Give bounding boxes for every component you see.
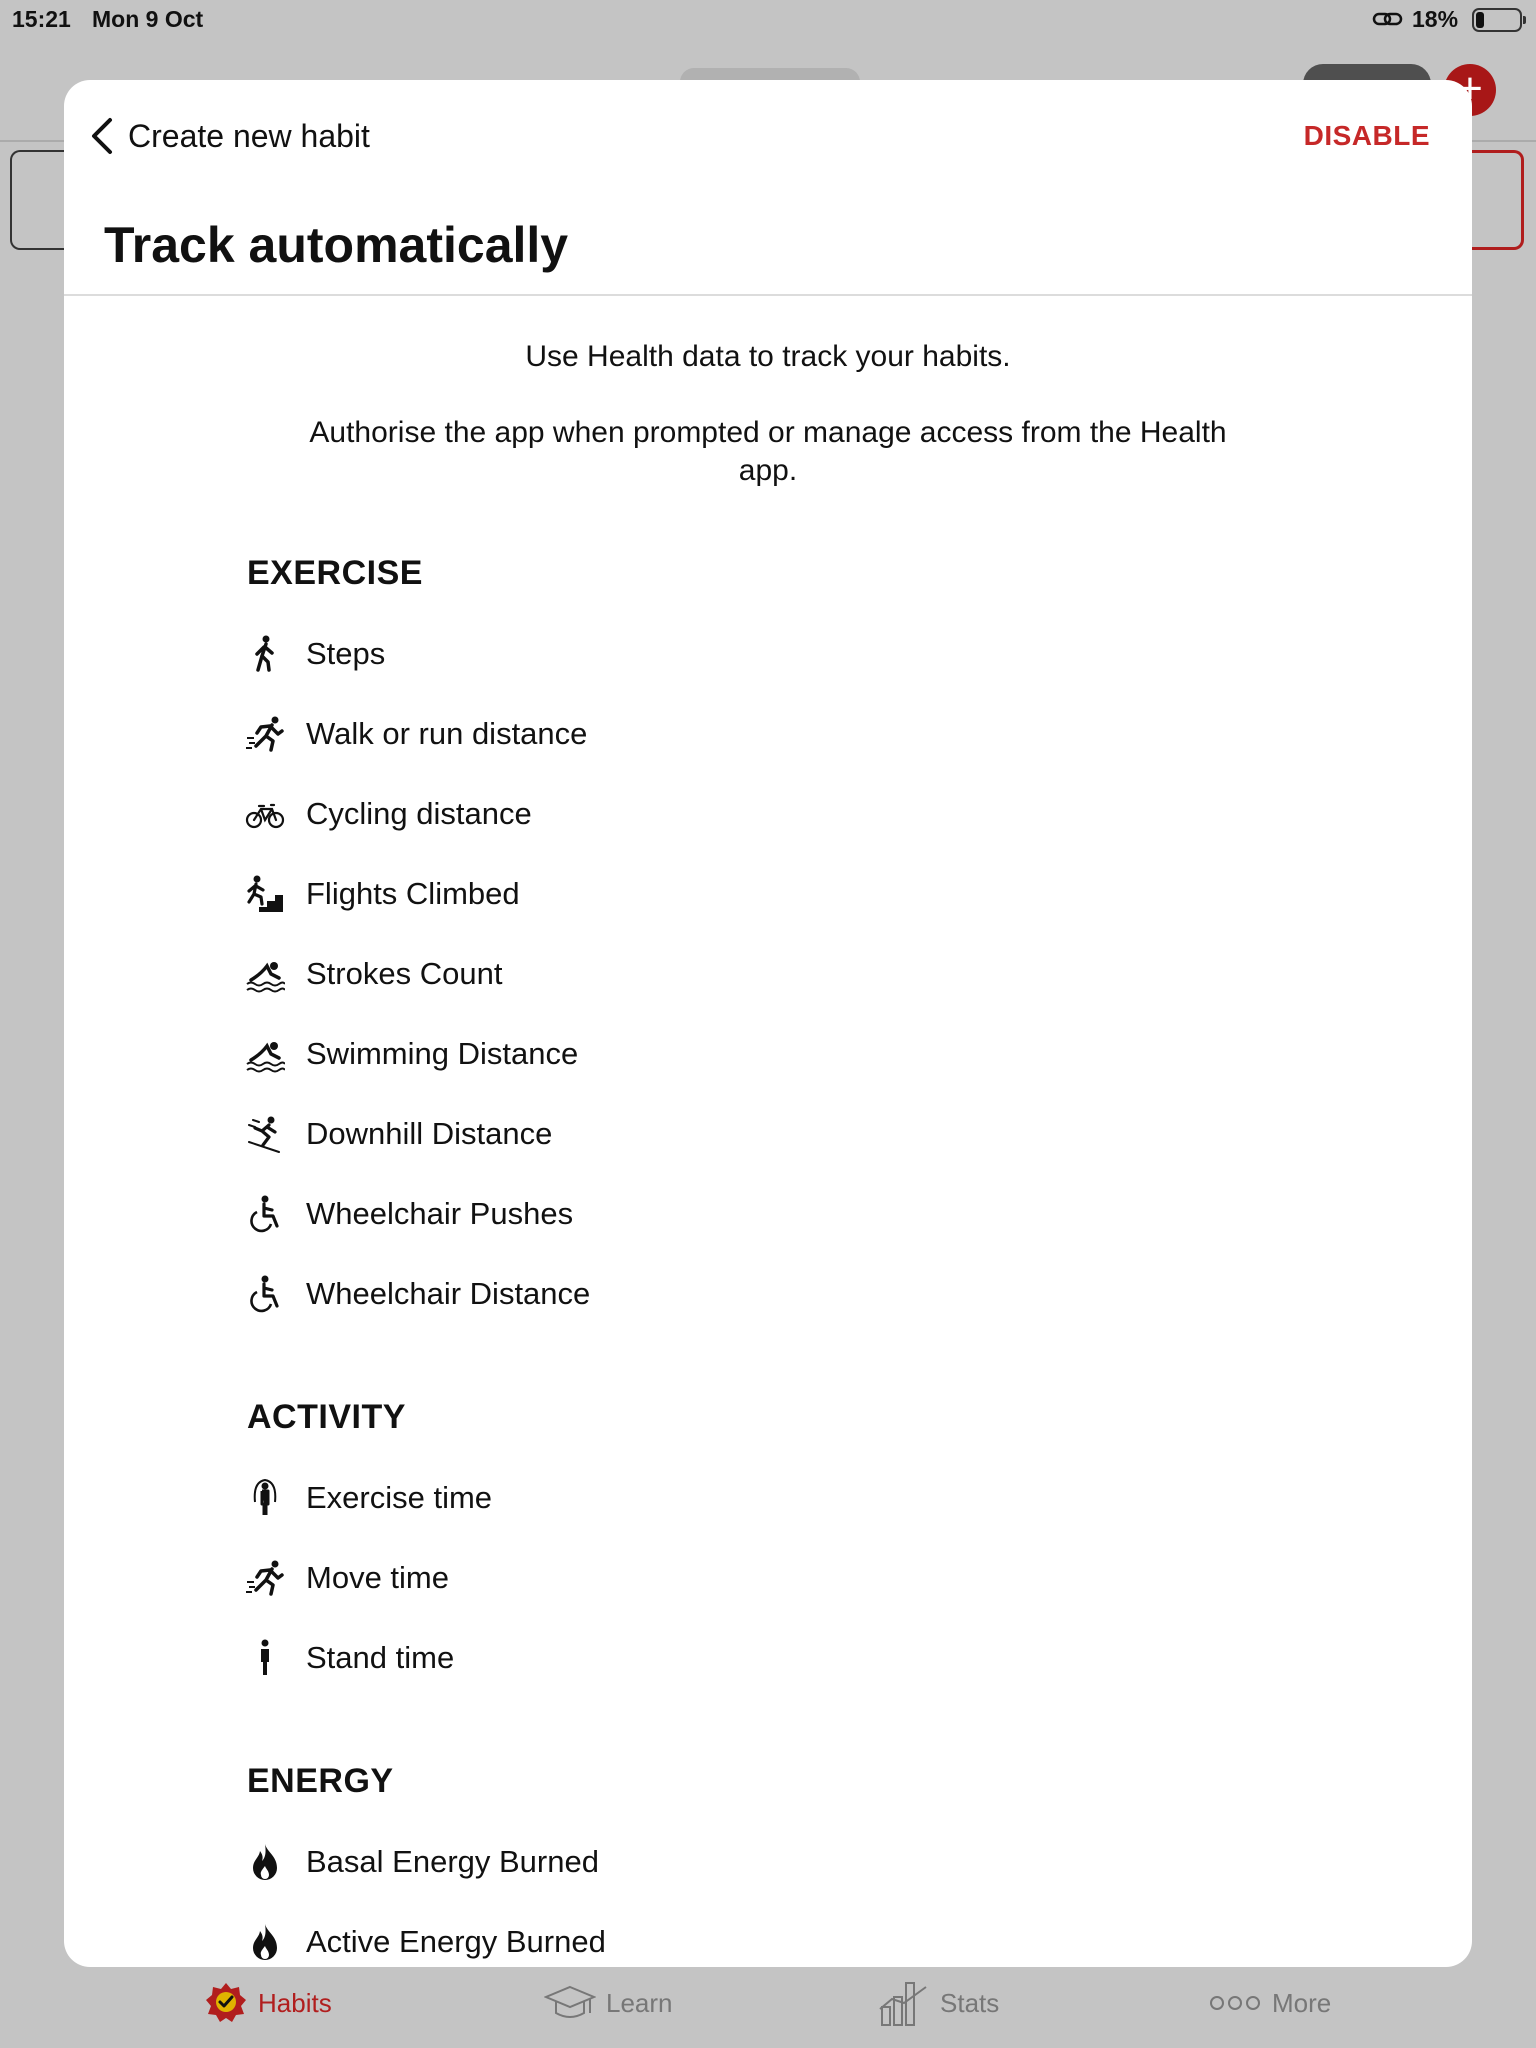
tab-stats[interactable]: Stats	[878, 1978, 999, 2028]
list-item-downhill-distance[interactable]: Downhill Distance	[247, 1094, 1472, 1174]
background-card-selected	[1466, 150, 1524, 250]
tab-habits-label: Habits	[258, 1987, 332, 2018]
bar-chart-icon	[879, 1982, 927, 2026]
battery-icon	[1472, 8, 1526, 32]
intro-text: Use Health data to track your habits. Au…	[308, 338, 1228, 490]
exercise-list: Steps Walk or run distance Cycling dista…	[245, 614, 1472, 1334]
list-item-move-time[interactable]: Move time	[245, 1538, 1472, 1618]
back-button-label: Create new habit	[128, 117, 370, 154]
list-item-exercise-time[interactable]: Exercise time	[247, 1458, 1472, 1538]
intro-line-1: Use Health data to track your habits.	[525, 340, 1011, 373]
battery-percent: 18%	[1412, 6, 1459, 32]
list-item-label: Walk or run distance	[306, 716, 588, 751]
list-item-cycling-distance[interactable]: Cycling distance	[245, 774, 1472, 854]
tab-habits[interactable]: Habits	[204, 1978, 332, 2028]
sheet-content: Use Health data to track your habits. Au…	[64, 296, 1472, 1967]
list-item-label: Exercise time	[306, 1480, 493, 1515]
running-icon	[245, 1556, 287, 1600]
list-item-walk-run-distance[interactable]: Walk or run distance	[245, 694, 1472, 774]
list-item-strokes-count[interactable]: Strokes Count	[245, 934, 1472, 1014]
skiing-icon	[245, 1112, 287, 1156]
list-item-label: Stand time	[306, 1640, 455, 1675]
status-time: 15:21	[12, 6, 71, 32]
section-activity: ACTIVITY Exercise time Move time Stand t…	[245, 1398, 1472, 1698]
section-title-activity: ACTIVITY	[247, 1398, 406, 1436]
list-item-label: Downhill Distance	[306, 1116, 553, 1151]
habits-badge-icon	[206, 1983, 246, 2022]
list-item-label: Basal Energy Burned	[306, 1844, 599, 1879]
background-card	[10, 150, 70, 250]
status-bar: 15:21 Mon 9 Oct 18%	[0, 0, 1536, 40]
list-item-label: Move time	[306, 1560, 449, 1595]
swimming-icon	[245, 1032, 287, 1076]
list-item-steps[interactable]: Steps	[247, 614, 1472, 694]
jump-rope-icon	[245, 1476, 287, 1520]
section-exercise: EXERCISE Steps Walk or run distance Cycl…	[245, 554, 1472, 1334]
track-automatically-sheet: Create new habit DISABLE Track automatic…	[64, 80, 1472, 1967]
list-item-label: Wheelchair Distance	[306, 1276, 591, 1311]
stairs-climb-icon	[245, 872, 287, 916]
sheet-header: Create new habit DISABLE Track automatic…	[64, 80, 1472, 296]
more-dots-icon	[1210, 1996, 1260, 2010]
list-item-label: Active Energy Burned	[306, 1924, 606, 1959]
running-icon	[245, 712, 287, 756]
list-item-label: Cycling distance	[306, 796, 532, 831]
list-item-stand-time[interactable]: Stand time	[247, 1618, 1472, 1698]
bicycle-icon	[245, 792, 287, 836]
swimming-icon	[245, 952, 287, 996]
graduation-cap-icon	[544, 1985, 596, 2018]
tab-learn[interactable]: Learn	[544, 1978, 673, 2028]
tab-bar: Habits Learn Stats More	[0, 1968, 1536, 2048]
energy-list: Basal Energy Burned Active Energy Burned	[247, 1822, 1472, 1967]
list-item-label: Flights Climbed	[306, 876, 520, 911]
list-item-label: Steps	[306, 636, 386, 671]
list-item-flights-climbed[interactable]: Flights Climbed	[247, 854, 1472, 934]
list-item-label: Swimming Distance	[306, 1036, 579, 1071]
intro-line-2: Authorise the app when prompted or manag…	[309, 416, 1227, 487]
list-item-label: Strokes Count	[306, 956, 503, 991]
flame-icon	[245, 1840, 287, 1884]
link-icon	[1372, 12, 1403, 26]
back-button[interactable]: Create new habit	[88, 112, 370, 160]
status-date: Mon 9 Oct	[92, 6, 204, 32]
wheelchair-icon	[245, 1192, 287, 1236]
tab-more[interactable]: More	[1208, 1978, 1331, 2028]
disable-button[interactable]: DISABLE	[1304, 120, 1430, 152]
page-title: Track automatically	[104, 217, 569, 273]
chevron-left-icon	[92, 118, 112, 154]
section-title-exercise: EXERCISE	[247, 554, 423, 592]
wheelchair-icon	[245, 1272, 287, 1316]
list-item-wheelchair-pushes[interactable]: Wheelchair Pushes	[247, 1174, 1472, 1254]
list-item-wheelchair-distance[interactable]: Wheelchair Distance	[247, 1254, 1472, 1334]
standing-figure-icon	[245, 1636, 287, 1680]
tab-learn-label: Learn	[606, 1987, 673, 2018]
list-item-active-energy[interactable]: Active Energy Burned	[247, 1902, 1472, 1967]
flame-icon	[245, 1920, 287, 1964]
tab-more-label: More	[1272, 1987, 1332, 2018]
walking-icon	[245, 632, 287, 676]
list-item-label: Wheelchair Pushes	[306, 1196, 574, 1231]
section-energy: ENERGY Basal Energy Burned Active Energy…	[247, 1762, 1472, 1967]
activity-list: Exercise time Move time Stand time	[245, 1458, 1472, 1698]
list-item-swimming-distance[interactable]: Swimming Distance	[245, 1014, 1472, 1094]
list-item-basal-energy[interactable]: Basal Energy Burned	[247, 1822, 1472, 1902]
tab-stats-label: Stats	[940, 1987, 1000, 2018]
section-title-energy: ENERGY	[247, 1762, 394, 1800]
